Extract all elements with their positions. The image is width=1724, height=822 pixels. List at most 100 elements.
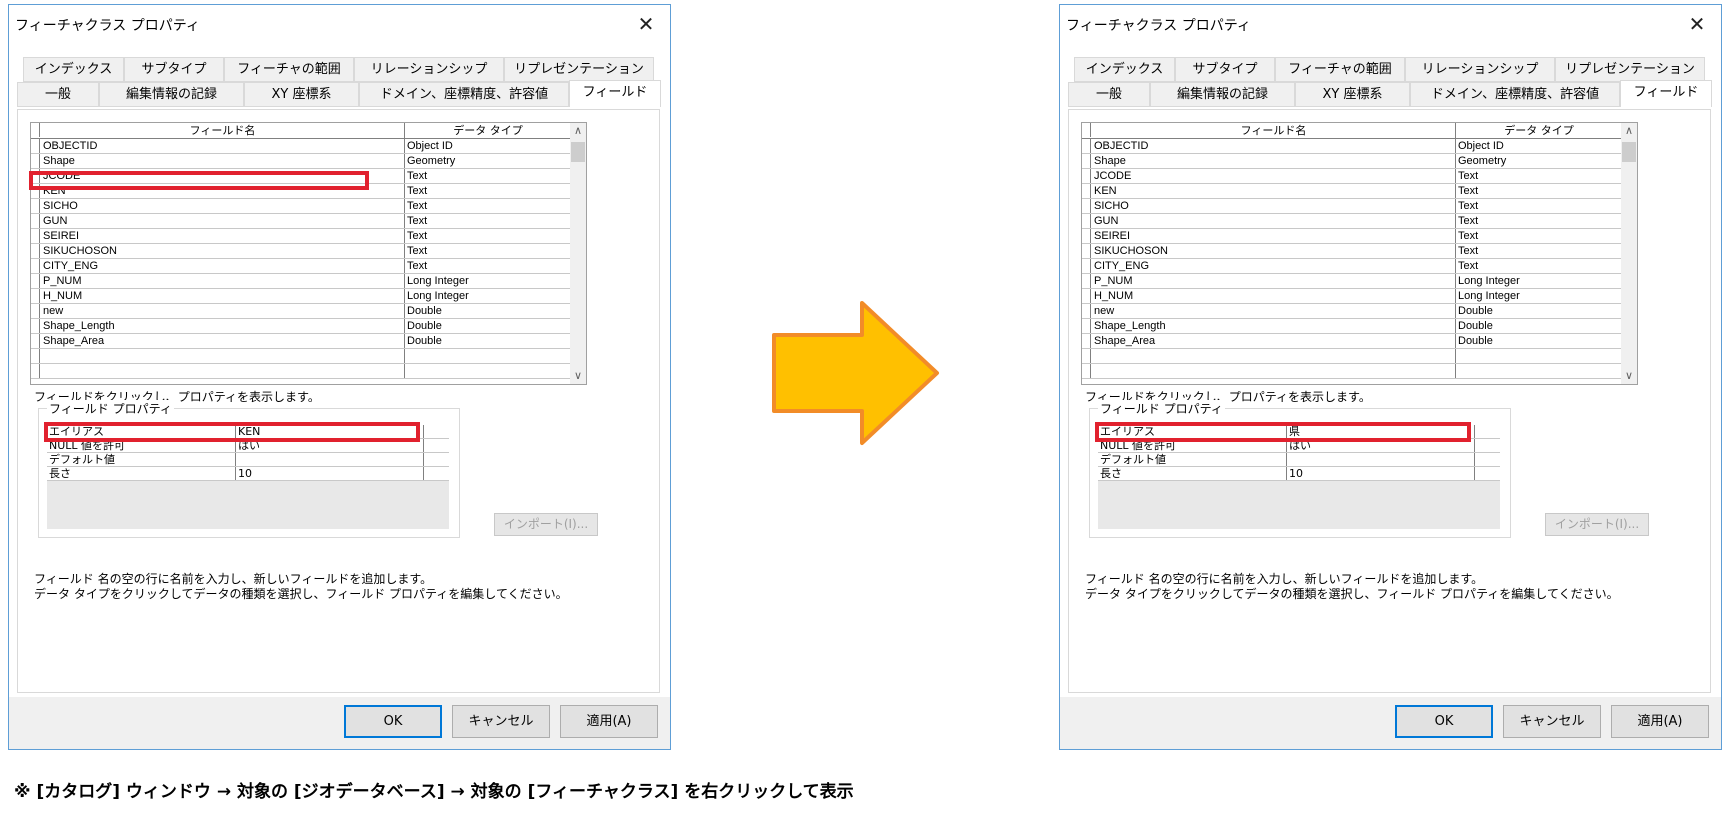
table-row[interactable]: H_NUM Long Integer [31, 289, 571, 304]
button-bar: OK キャンセル 適用(A) [9, 697, 670, 749]
tab-general[interactable]: 一般 [1068, 82, 1150, 107]
dialog-title: フィーチャクラス プロパティ [15, 18, 200, 34]
table-row-empty[interactable] [31, 349, 571, 364]
table-row[interactable]: GUN Text [1082, 214, 1622, 229]
table-row[interactable]: Shape Geometry [1082, 154, 1622, 169]
table-row[interactable]: Shape_Length Double [31, 319, 571, 334]
scroll-up-icon[interactable]: ∧ [1621, 123, 1637, 139]
instruction-line-2: データ タイプをクリックしてデータの種類を選択し、フィールド プロパティを編集し… [34, 587, 568, 601]
tab-general[interactable]: 一般 [17, 82, 99, 107]
instruction-line-2: データ タイプをクリックしてデータの種類を選択し、フィールド プロパティを編集し… [1085, 587, 1619, 601]
table-row[interactable]: new Double [31, 304, 571, 319]
table-row[interactable]: new Double [1082, 304, 1622, 319]
tab-indexes[interactable]: インデックス [23, 57, 124, 82]
tab-feature-extent[interactable]: フィーチャの範囲 [1275, 57, 1405, 82]
prop-row-length[interactable]: 長さ 10 [47, 467, 449, 481]
close-icon[interactable]: ✕ [626, 7, 666, 41]
grid-scrollbar[interactable]: ∧ ∨ [1621, 123, 1637, 384]
table-row[interactable]: CITY_ENG Text [1082, 259, 1622, 274]
column-header-field-name[interactable]: フィールド名 [1092, 123, 1456, 138]
import-button[interactable]: インポート(I)... [494, 513, 598, 536]
grid-scrollbar[interactable]: ∧ ∨ [570, 123, 586, 384]
table-row[interactable]: P_NUM Long Integer [31, 274, 571, 289]
apply-button[interactable]: 適用(A) [560, 705, 658, 738]
fields-grid-header: フィールド名 データ タイプ [1082, 123, 1622, 139]
prop-row-default-value[interactable]: デフォルト値 [47, 453, 449, 467]
tab-domain-resolution-tolerance[interactable]: ドメイン、座標精度、許容値 [359, 82, 569, 107]
column-header-field-name[interactable]: フィールド名 [41, 123, 405, 138]
title-bar: フィーチャクラス プロパティ ✕ [1060, 5, 1721, 43]
table-row-empty[interactable] [31, 364, 571, 379]
table-row[interactable]: P_NUM Long Integer [1082, 274, 1622, 289]
column-header-data-type[interactable]: データ タイプ [1456, 123, 1622, 138]
tab-indexes[interactable]: インデックス [1074, 57, 1175, 82]
field-properties-group: フィールド プロパティ エイリアス KEN NULL 値を許可 はい デフォルト値 … [38, 400, 460, 538]
tab-editor-tracking[interactable]: 編集情報の記録 [1150, 82, 1295, 107]
feature-class-properties-dialog-after: フィーチャクラス プロパティ ✕ インデックス サブタイプ フィーチャの範囲 リ… [1059, 4, 1722, 750]
ok-button[interactable]: OK [1395, 705, 1493, 738]
highlight-alias-row [1095, 422, 1471, 442]
tab-fields[interactable]: フィールド [569, 80, 661, 107]
tab-representations[interactable]: リプレゼンテーション [504, 57, 654, 82]
feature-class-properties-dialog-before: フィーチャクラス プロパティ ✕ インデックス サブタイプ フィーチャの範囲 リ… [8, 4, 671, 750]
table-row[interactable]: SICHO Text [1082, 199, 1622, 214]
field-properties-label: フィールド プロパティ [47, 400, 174, 417]
fields-grid: フィールド名 データ タイプ OBJECTID Object ID Shape Ge… [1081, 122, 1638, 385]
prop-row-length[interactable]: 長さ 10 [1098, 467, 1500, 481]
tab-relationships[interactable]: リレーションシップ [354, 57, 504, 82]
table-row[interactable]: CITY_ENG Text [31, 259, 571, 274]
table-row-empty[interactable] [1082, 364, 1622, 379]
fields-panel: フィールド名 データ タイプ OBJECTID Object ID Shape Ge… [17, 109, 660, 693]
title-bar: フィーチャクラス プロパティ ✕ [9, 5, 670, 43]
scroll-down-icon[interactable]: ∨ [570, 368, 586, 384]
prop-row-default-value[interactable]: デフォルト値 [1098, 453, 1500, 467]
right-arrow-icon [772, 301, 940, 446]
tab-editor-tracking[interactable]: 編集情報の記録 [99, 82, 244, 107]
table-row[interactable]: SIKUCHOSON Text [1082, 244, 1622, 259]
table-row[interactable]: Shape Geometry [31, 154, 571, 169]
table-row[interactable]: SEIREI Text [1082, 229, 1622, 244]
cancel-button[interactable]: キャンセル [1503, 705, 1601, 738]
tab-subtypes[interactable]: サブタイプ [1175, 57, 1275, 82]
tab-feature-extent[interactable]: フィーチャの範囲 [224, 57, 354, 82]
tab-xy-coordinate-system[interactable]: XY 座標系 [244, 82, 359, 107]
cancel-button[interactable]: キャンセル [452, 705, 550, 738]
table-row[interactable]: Shape_Area Double [1082, 334, 1622, 349]
dialog-title: フィーチャクラス プロパティ [1066, 18, 1251, 34]
caption: ※ [カタログ] ウィンドウ → 対象の [ジオデータベース] → 対象の [フ… [14, 782, 854, 802]
fields-grid: フィールド名 データ タイプ OBJECTID Object ID Shape Ge… [30, 122, 587, 385]
table-row[interactable]: Shape_Area Double [31, 334, 571, 349]
table-row[interactable]: OBJECTID Object ID [1082, 139, 1622, 154]
close-icon[interactable]: ✕ [1677, 7, 1717, 41]
table-row[interactable]: GUN Text [31, 214, 571, 229]
tab-xy-coordinate-system[interactable]: XY 座標系 [1295, 82, 1410, 107]
table-row[interactable]: SICHO Text [31, 199, 571, 214]
scrollbar-thumb[interactable] [1622, 142, 1636, 162]
scrollbar-thumb[interactable] [571, 142, 585, 162]
table-row[interactable]: JCODE Text [1082, 169, 1622, 184]
table-row[interactable]: Shape_Length Double [1082, 319, 1622, 334]
scroll-down-icon[interactable]: ∨ [1621, 368, 1637, 384]
table-row[interactable]: OBJECTID Object ID [31, 139, 571, 154]
table-row[interactable]: H_NUM Long Integer [1082, 289, 1622, 304]
highlight-alias-row [44, 422, 420, 442]
tab-domain-resolution-tolerance[interactable]: ドメイン、座標精度、許容値 [1410, 82, 1620, 107]
import-button[interactable]: インポート(I)... [1545, 513, 1649, 536]
button-bar: OK キャンセル 適用(A) [1060, 697, 1721, 749]
tab-representations[interactable]: リプレゼンテーション [1555, 57, 1705, 82]
scroll-up-icon[interactable]: ∧ [570, 123, 586, 139]
tab-relationships[interactable]: リレーションシップ [1405, 57, 1555, 82]
table-row-empty[interactable] [1082, 349, 1622, 364]
tab-subtypes[interactable]: サブタイプ [124, 57, 224, 82]
table-row-ken[interactable]: KEN Text [1082, 184, 1622, 199]
highlight-ken-row [29, 171, 369, 190]
apply-button[interactable]: 適用(A) [1611, 705, 1709, 738]
ok-button[interactable]: OK [344, 705, 442, 738]
fields-grid-header: フィールド名 データ タイプ [31, 123, 571, 139]
table-row[interactable]: SEIREI Text [31, 229, 571, 244]
column-header-data-type[interactable]: データ タイプ [405, 123, 571, 138]
tab-fields[interactable]: フィールド [1620, 80, 1712, 107]
table-row[interactable]: SIKUCHOSON Text [31, 244, 571, 259]
field-properties-group: フィールド プロパティ エイリアス県 NULL 値を許可 はい デフォルト値 長さ… [1089, 400, 1511, 538]
fields-panel: フィールド名 データ タイプ OBJECTID Object ID Shape Ge… [1068, 109, 1711, 693]
